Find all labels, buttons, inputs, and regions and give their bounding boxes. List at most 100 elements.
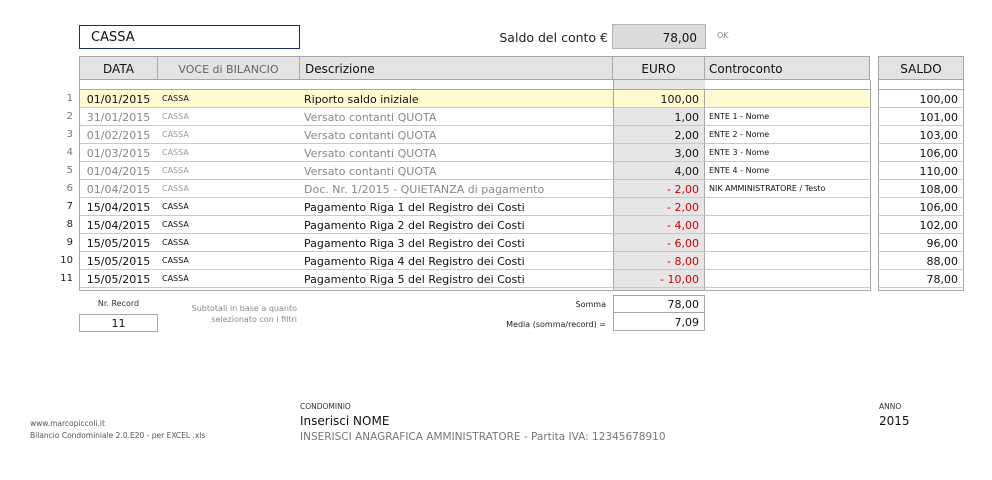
cell-descrizione[interactable]: Pagamento Riga 3 del Registro dei Costi [304,237,525,250]
cell-data[interactable]: 31/01/2015 [79,111,158,124]
cell-voce-bilancio[interactable]: CASSA [162,238,189,247]
table-row[interactable]: 1 01/01/2015 CASSA Riporto saldo iniziale 10… [0,90,992,108]
row-number: 1 [66,93,73,104]
cell-voce-bilancio[interactable]: CASSA [162,94,189,103]
cell-saldo: 103,00 [878,126,964,144]
cell-data[interactable]: 15/05/2015 [79,237,158,250]
header-controconto[interactable]: Controconto [705,56,870,80]
table-row[interactable]: 11 15/05/2015 CASSA Pagamento Riga 5 del Re… [0,270,992,288]
filter-row-saldo [878,80,964,90]
cell-controconto[interactable]: ENTE 4 - Nome [709,166,769,175]
cell-data[interactable]: 15/05/2015 [79,255,158,268]
cell-descrizione[interactable]: Versato contanti QUOTA [304,147,436,160]
cell-descrizione[interactable]: Versato contanti QUOTA [304,129,436,142]
cell-controconto[interactable]: ENTE 2 - Nome [709,130,769,139]
cell-descrizione[interactable]: Versato contanti QUOTA [304,111,436,124]
cell-controconto[interactable]: ENTE 1 - Nome [709,112,769,121]
row-number: 3 [66,129,73,140]
saldo-label: Saldo del conto € [499,30,608,45]
footer-website: www.marcopiccoli.it [30,419,105,428]
media-value: 7,09 [613,313,705,331]
table-row[interactable]: 7 15/04/2015 CASSA Pagamento Riga 1 del Reg… [0,198,992,216]
header-euro[interactable]: EURO [613,56,705,80]
saldo-value: 78,00 [612,24,706,49]
amministratore-info[interactable]: INSERISCI ANAGRAFICA AMMINISTRATORE - Pa… [300,431,666,443]
table-row[interactable]: 2 31/01/2015 CASSA Versato contanti QUOTA 1,… [0,108,992,126]
table-row[interactable]: 9 15/05/2015 CASSA Pagamento Riga 3 del Reg… [0,234,992,252]
somma-label: Somma [575,300,606,309]
cell-voce-bilancio[interactable]: CASSA [162,148,189,157]
row-number: 4 [66,147,73,158]
cell-descrizione[interactable]: Riporto saldo iniziale [304,93,419,106]
cell-euro[interactable]: 3,00 [613,144,705,162]
header-voce-bilancio[interactable]: VOCE di BILANCIO [158,56,300,80]
cell-data[interactable]: 01/02/2015 [79,129,158,142]
cell-descrizione[interactable]: Pagamento Riga 4 del Registro dei Costi [304,255,525,268]
row-number: 7 [66,201,73,212]
table-row[interactable]: 4 01/03/2015 CASSA Versato contanti QUOTA 3,… [0,144,992,162]
filter-row[interactable] [79,80,871,90]
cell-data[interactable]: 01/04/2015 [79,165,158,178]
cell-data[interactable]: 15/05/2015 [79,273,158,286]
cell-data[interactable]: 01/01/2015 [79,93,158,106]
cell-euro[interactable]: - 2,00 [613,198,705,216]
cell-descrizione[interactable]: Versato contanti QUOTA [304,165,436,178]
cell-euro[interactable]: 2,00 [613,126,705,144]
row-number: 8 [66,219,73,230]
header-descrizione[interactable]: Descrizione [300,56,613,80]
anno-value[interactable]: 2015 [879,414,910,428]
row-number: 5 [66,165,73,176]
cell-voce-bilancio[interactable]: CASSA [162,130,189,139]
cell-descrizione[interactable]: Doc. Nr. 1/2015 - QUIETANZA di pagamento [304,183,544,196]
table-row[interactable]: 10 15/05/2015 CASSA Pagamento Riga 4 del Re… [0,252,992,270]
anno-label: ANNO [879,402,902,411]
row-number: 9 [66,237,73,248]
table-row[interactable]: 8 15/04/2015 CASSA Pagamento Riga 2 del Reg… [0,216,992,234]
cell-voce-bilancio[interactable]: CASSA [162,256,189,265]
cell-data[interactable]: 15/04/2015 [79,219,158,232]
row-number: 11 [60,273,73,284]
account-name-field[interactable]: CASSA [79,25,300,49]
row-band [79,90,871,108]
cell-voce-bilancio[interactable]: CASSA [162,184,189,193]
cell-euro[interactable]: 4,00 [613,162,705,180]
header-saldo[interactable]: SALDO [878,56,964,80]
cell-descrizione[interactable]: Pagamento Riga 1 del Registro dei Costi [304,201,525,214]
cell-saldo: 101,00 [878,108,964,126]
cell-euro[interactable]: - 6,00 [613,234,705,252]
table-row[interactable]: 5 01/04/2015 CASSA Versato contanti QUOTA 4,… [0,162,992,180]
cell-data[interactable]: 01/03/2015 [79,147,158,160]
table-row[interactable]: 3 01/02/2015 CASSA Versato contanti QUOTA 2,… [0,126,992,144]
cell-euro[interactable]: - 2,00 [613,180,705,198]
cell-descrizione[interactable]: Pagamento Riga 2 del Registro dei Costi [304,219,525,232]
footer-version: Bilancio Condominiale 2.0.E20 - per EXCE… [30,431,206,440]
cell-voce-bilancio[interactable]: CASSA [162,202,189,211]
row-number: 6 [66,183,73,194]
nr-record-label: Nr. Record [97,299,140,308]
cell-saldo: 88,00 [878,252,964,270]
header-data[interactable]: DATA [79,56,158,80]
cell-voce-bilancio[interactable]: CASSA [162,166,189,175]
cell-saldo: 110,00 [878,162,964,180]
cell-voce-bilancio[interactable]: CASSA [162,112,189,121]
condominio-name[interactable]: Inserisci NOME [300,414,389,428]
cell-euro[interactable]: 100,00 [613,90,705,108]
cell-euro[interactable]: - 8,00 [613,252,705,270]
cell-descrizione[interactable]: Pagamento Riga 5 del Registro dei Costi [304,273,525,286]
cell-euro[interactable]: - 4,00 [613,216,705,234]
cell-controconto[interactable]: NIK AMMINISTRATORE / Testo [709,184,825,193]
ok-status: OK [717,31,729,40]
row-number: 2 [66,111,73,122]
cell-euro[interactable]: - 10,00 [613,270,705,288]
table-row[interactable]: 6 01/04/2015 CASSA Doc. Nr. 1/2015 - QUIETA… [0,180,992,198]
cell-voce-bilancio[interactable]: CASSA [162,274,189,283]
cell-voce-bilancio[interactable]: CASSA [162,220,189,229]
condominio-label: CONDOMINIO [300,402,351,411]
cell-euro[interactable]: 1,00 [613,108,705,126]
cell-data[interactable]: 15/04/2015 [79,201,158,214]
cell-saldo: 100,00 [878,90,964,108]
filter-row-euro[interactable] [613,80,705,90]
cell-controconto[interactable]: ENTE 3 - Nome [709,148,769,157]
cell-data[interactable]: 01/04/2015 [79,183,158,196]
media-label: Media (somma/record) = [506,320,606,329]
